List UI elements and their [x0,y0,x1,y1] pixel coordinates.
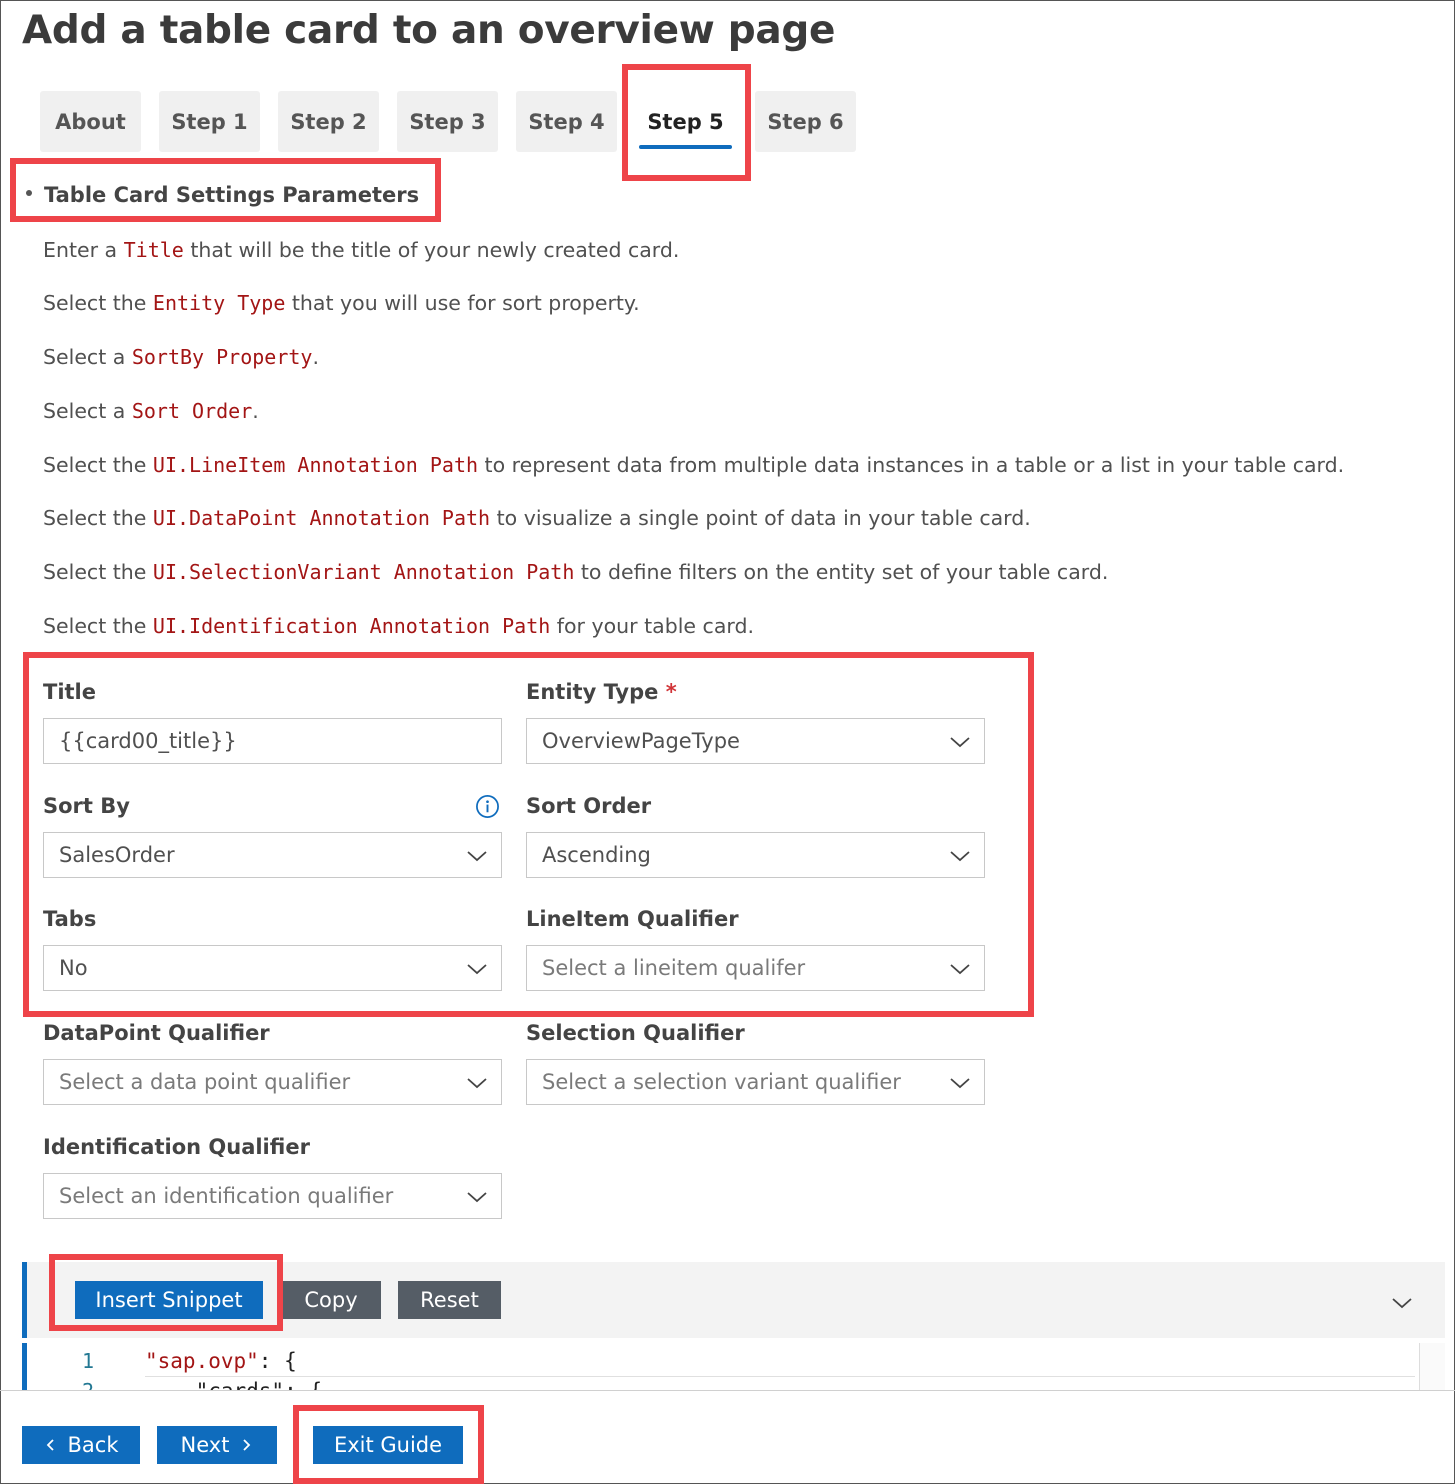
chevron-down-icon [950,737,970,748]
chevron-down-icon [950,1078,970,1089]
tab-step-6[interactable]: Step 6 [755,91,856,152]
tabs-label: Tabs [43,907,97,931]
identification-qualifier-label: Identification Qualifier [43,1135,310,1159]
tab-label: Step 3 [409,109,486,134]
instruction-identification: Select the UI.Identification Annotation … [43,614,754,638]
tabs-select[interactable]: No [43,945,502,991]
bullet-icon [26,190,32,196]
tab-label: Step 5 [647,109,724,134]
tab-step-2[interactable]: Step 2 [278,91,379,152]
tab-label: Step 1 [171,109,248,134]
code-line: "cards": { [145,1379,322,1390]
back-button[interactable]: Back [22,1426,140,1464]
instruction-sort-order: Select a Sort Order. [43,399,259,423]
footer-divider [0,1390,1455,1391]
entity-type-label: Entity Type * [526,680,677,704]
required-asterisk: * [665,680,677,704]
chevron-right-icon [243,1439,251,1451]
tab-step-5[interactable]: Step 5 [635,91,736,152]
chevron-down-icon [950,964,970,975]
sort-order-label: Sort Order [526,794,652,818]
tab-label: Step 6 [767,109,844,134]
active-tab-indicator [639,145,732,149]
lineitem-qualifier-select[interactable]: Select a lineitem qualifer [526,945,985,991]
next-button[interactable]: Next [157,1426,277,1464]
tab-label: About [55,109,126,134]
chevron-down-icon [950,851,970,862]
lineitem-qualifier-label: LineItem Qualifier [526,907,739,931]
selection-qualifier-select[interactable]: Select a selection variant qualifier [526,1059,985,1105]
tab-label: Step 2 [290,109,367,134]
selection-qualifier-label: Selection Qualifier [526,1021,745,1045]
code-line: "sap.ovp": { [145,1349,297,1373]
section-heading: Table Card Settings Parameters [26,183,419,207]
instruction-sortby: Select a SortBy Property. [43,345,319,369]
page-title: Add a table card to an overview page [22,8,836,53]
entity-type-select[interactable]: OverviewPageType [526,718,985,764]
title-label: Title [43,680,97,704]
datapoint-qualifier-select[interactable]: Select a data point qualifier [43,1059,502,1105]
sort-by-label: Sort By [43,794,130,818]
code-editor[interactable]: 1 "sap.ovp": { 2 "cards": { [22,1343,1445,1390]
line-number: 1 [82,1349,95,1373]
line-number: 2 [82,1379,94,1390]
insert-snippet-button[interactable]: Insert Snippet [75,1281,263,1319]
instruction-lineitem: Select the UI.LineItem Annotation Path t… [43,453,1345,477]
line-separator [145,1376,1415,1377]
reset-button[interactable]: Reset [398,1281,501,1319]
datapoint-qualifier-label: DataPoint Qualifier [43,1021,270,1045]
chevron-down-icon [467,851,487,862]
exit-guide-button[interactable]: Exit Guide [313,1426,463,1464]
tab-about[interactable]: About [40,91,141,152]
chevron-down-icon [467,964,487,975]
chevron-left-icon [46,1439,54,1451]
instruction-datapoint: Select the UI.DataPoint Annotation Path … [43,506,1031,530]
collapse-chevron-icon[interactable] [1390,1291,1414,1315]
instruction-selectionvariant: Select the UI.SelectionVariant Annotatio… [43,560,1109,584]
sort-by-select[interactable]: SalesOrder [43,832,502,878]
chevron-down-icon [467,1192,487,1203]
editor-scrollbar[interactable] [1419,1343,1445,1390]
instruction-title: Enter a Title that will be the title of … [43,238,680,262]
chevron-down-icon [467,1078,487,1089]
tab-label: Step 4 [528,109,605,134]
tab-step-4[interactable]: Step 4 [516,91,617,152]
copy-button[interactable]: Copy [281,1281,381,1319]
tab-step-3[interactable]: Step 3 [397,91,498,152]
identification-qualifier-select[interactable]: Select an identification qualifier [43,1173,502,1219]
info-icon[interactable] [475,794,500,819]
title-input[interactable]: {{card00_title}} [43,718,502,764]
sort-order-select[interactable]: Ascending [526,832,985,878]
instruction-entity-type: Select the Entity Type that you will use… [43,291,640,315]
tab-step-1[interactable]: Step 1 [159,91,260,152]
